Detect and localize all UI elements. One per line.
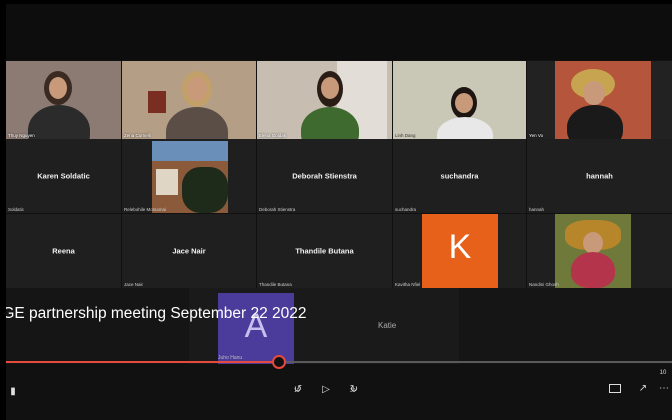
participant-display-name: Karen Soldatic <box>37 171 90 181</box>
participant-name: Nandini Ghosh <box>529 282 559 287</box>
captions-button[interactable] <box>608 384 622 396</box>
participant-tile: Deborah Stienstra Deborah Stienstra <box>257 139 392 213</box>
participant-name: Thuy Nguyen <box>8 133 35 138</box>
participant-name: Elena Goldak <box>259 133 287 138</box>
participant-display-name: Jace Nair <box>172 246 206 256</box>
progress-fill <box>6 361 280 363</box>
rewind-button[interactable]: ↺ 10 <box>289 384 307 395</box>
participant-name: Linh Dang <box>395 133 416 138</box>
top-band <box>6 4 672 60</box>
participant-photo <box>555 214 631 288</box>
participant-name: Jace Nair <box>124 282 144 287</box>
participant-tile: Yen Vo <box>527 61 672 139</box>
video-title: AGE partnership meeting September 22 202… <box>6 305 307 322</box>
participant-name: Soldatic <box>8 207 25 212</box>
video-frame: Thuy Nguyen Zena Cornelli Elena Goldak L… <box>6 4 672 420</box>
participant-name: suchandra <box>395 207 417 212</box>
more-options-button[interactable]: ⋯ <box>658 383 670 394</box>
participant-display-name: suchandra <box>440 171 479 181</box>
participant-tile: Zena Cornelli <box>122 61 256 139</box>
participant-tile: Karen Soldatic Soldatic <box>6 139 121 213</box>
captions-icon <box>609 384 621 393</box>
participant-name: Relebohile Motsamai <box>124 207 167 212</box>
participant-display-name: Deborah Stienstra <box>292 171 357 181</box>
participant-name: Deborah Stienstra <box>259 207 296 212</box>
participant-tile: Reena <box>6 214 121 288</box>
volume-icon[interactable]: ▮ <box>8 386 18 397</box>
participant-name: hannah <box>529 207 545 212</box>
participant-tile: Thuy Nguyen <box>6 61 121 139</box>
participant-avatar: A <box>218 293 294 364</box>
participant-tile: suchandra suchandra <box>393 139 526 213</box>
participant-name: Thandile Butana <box>259 282 292 287</box>
participant-name: Kavitha Nfiel <box>395 282 421 287</box>
participant-display-name: hannah <box>586 171 613 181</box>
participant-tile: Relebohile Motsamai <box>122 139 256 213</box>
progress-bar[interactable] <box>6 361 672 363</box>
participant-tile: K Kavitha Nfiel <box>393 214 526 288</box>
participant-tile: hannah hannah <box>527 139 672 213</box>
participant-photo <box>152 141 228 213</box>
participant-name: Zena Cornelli <box>124 133 151 138</box>
participant-name-katie: Katie <box>378 321 397 330</box>
time-label: 10 <box>659 370 667 376</box>
avatar-initial: K <box>448 228 472 266</box>
participant-avatar: K <box>422 214 498 288</box>
play-button[interactable]: ▷ <box>319 384 333 395</box>
participant-tile: Elena Goldak <box>257 61 392 139</box>
participant-tile: Jace Nair Jace Nair <box>122 214 256 288</box>
participant-display-name: Reena <box>52 246 75 256</box>
participant-tile: Nandini Ghosh <box>527 214 672 288</box>
fullscreen-button[interactable]: ↗ <box>636 383 650 394</box>
progress-handle[interactable] <box>272 355 287 369</box>
participant-display-name: Thandile Butana <box>295 246 354 256</box>
forward-button[interactable]: ↻ 30 <box>345 384 363 395</box>
participant-tile: Linh Dang <box>393 61 526 139</box>
participant-tile: Thandile Butana Thandile Butana <box>257 214 392 288</box>
participant-name: Yen Vo <box>529 133 544 138</box>
